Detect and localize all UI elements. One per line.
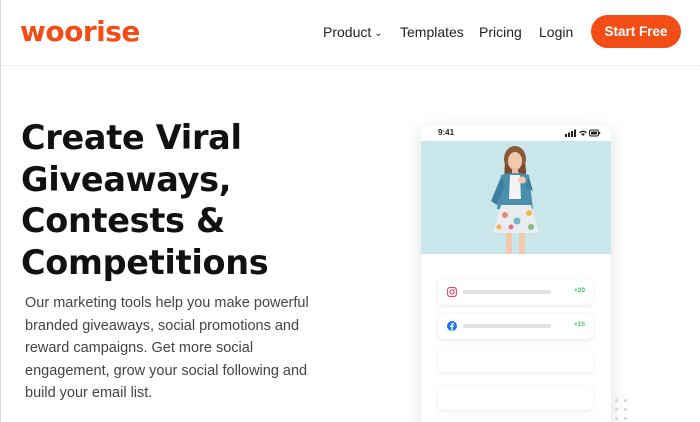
chevron-down-icon: ⌄ xyxy=(374,28,383,39)
instagram-icon xyxy=(447,287,457,297)
site-header: woorise Product ⌄ Templates Pricing Login… xyxy=(1,0,700,66)
empty-task-card xyxy=(438,386,593,410)
facebook-icon xyxy=(447,321,457,331)
hero-title-line: Giveaways, xyxy=(21,159,232,199)
nav-pricing[interactable]: Pricing xyxy=(479,24,522,40)
nav-product-label: Product xyxy=(323,24,372,40)
hero-section: Create Viral Giveaways, Contests & Compe… xyxy=(1,67,700,422)
decorative-dot xyxy=(624,408,627,411)
decorative-dot xyxy=(615,417,618,420)
hero-title: Create Viral Giveaways, Contests & Compe… xyxy=(21,117,381,283)
hero-description-line: build your email list. xyxy=(25,385,153,401)
hero-title-line: Create Viral xyxy=(21,118,242,157)
start-free-button[interactable]: Start Free xyxy=(591,15,681,48)
hero-description-line: branded giveaways, social promotions and xyxy=(25,317,300,334)
woman-photo-illustration xyxy=(421,141,611,254)
decorative-dot xyxy=(615,399,618,402)
task-points: +15 xyxy=(573,321,585,328)
task-placeholder-bar xyxy=(463,324,551,328)
phone-mockup: 9:41 +20 +15 xyxy=(421,125,611,422)
facebook-task-card[interactable]: +15 xyxy=(438,313,593,339)
empty-task-card xyxy=(438,348,593,372)
nav-product[interactable]: Product ⌄ xyxy=(323,24,383,43)
decorative-dot xyxy=(624,399,627,402)
woorise-logo[interactable]: woorise xyxy=(20,17,140,47)
hero-description-line: engagement, grow your social following a… xyxy=(25,362,308,379)
hero-title-line: Contests & xyxy=(21,201,225,240)
decorative-dots xyxy=(615,399,631,422)
task-points: +20 xyxy=(573,287,585,294)
phone-time: 9:41 xyxy=(438,128,455,137)
instagram-task-card[interactable]: +20 xyxy=(438,279,593,305)
hero-description-line: Our marketing tools help you make powerf… xyxy=(25,295,309,311)
task-placeholder-bar xyxy=(463,290,551,294)
giveaway-hero-photo xyxy=(421,141,611,254)
decorative-dot xyxy=(624,417,627,420)
hero-description: Our marketing tools help you make powerf… xyxy=(25,292,325,405)
phone-status-bar: 9:41 xyxy=(421,125,611,141)
nav-login[interactable]: Login xyxy=(539,24,573,40)
decorative-dot xyxy=(615,408,618,411)
signal-wifi-battery-icon xyxy=(565,129,601,137)
nav-templates[interactable]: Templates xyxy=(400,24,464,40)
hero-title-line: Competitions xyxy=(21,242,269,282)
hero-description-line: reward campaigns. Get more social xyxy=(25,340,254,356)
